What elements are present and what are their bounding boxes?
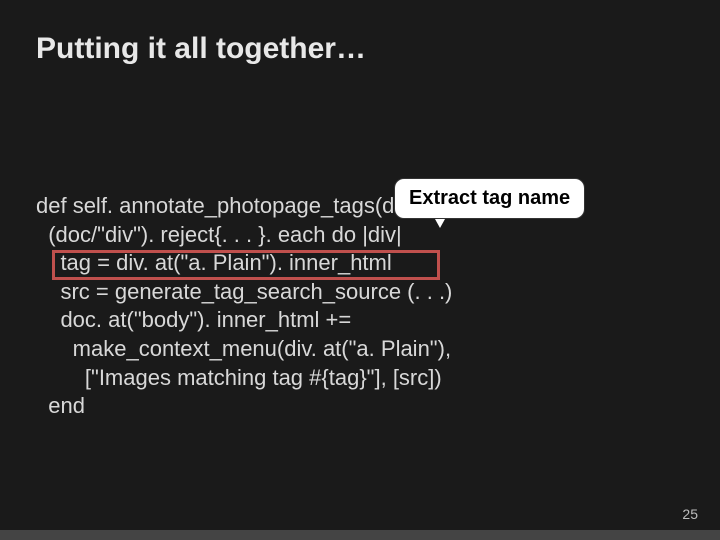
bottom-accent-bar [0,530,720,540]
code-highlight-box [52,250,440,280]
code-line: ["Images matching tag #{tag}"], [src]) [36,365,442,390]
page-number: 25 [682,506,698,522]
slide-container: Putting it all together… Extract tag nam… [0,0,720,540]
callout-label: Extract tag name [394,178,585,219]
code-line: doc. at("body"). inner_html += [36,307,351,332]
code-line: def self. annotate_photopage_tags(doc) [36,193,425,218]
code-line: end [36,393,85,418]
code-block: def self. annotate_photopage_tags(doc) (… [36,192,452,421]
slide-title: Putting it all together… [36,32,692,66]
code-line: make_context_menu(div. at("a. Plain"), [36,336,451,361]
code-line: (doc/"div"). reject{. . . }. each do |di… [36,222,402,247]
code-line: src = generate_tag_search_source (. . .) [36,279,452,304]
